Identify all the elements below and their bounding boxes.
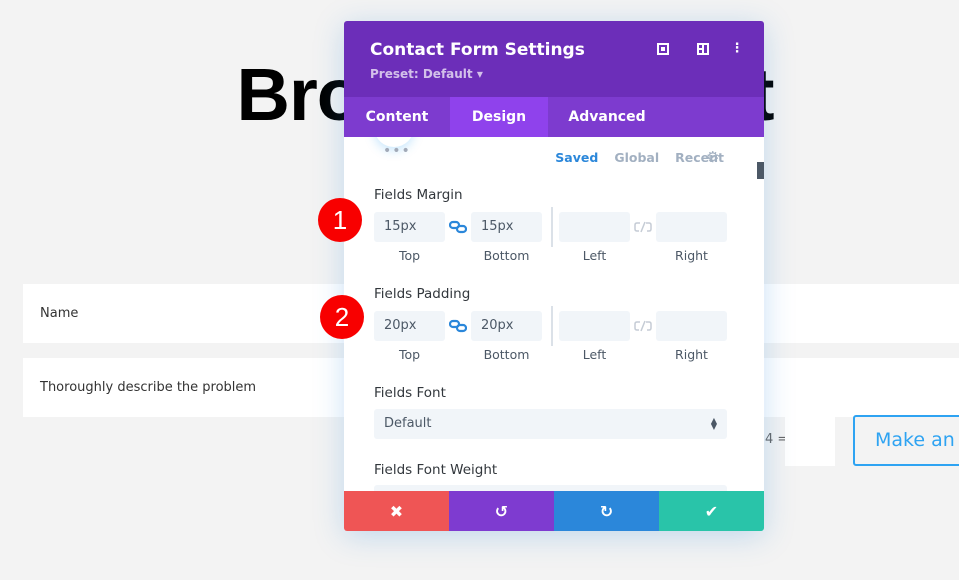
annotation-badge-2: 2 — [320, 295, 364, 339]
label-left: Left — [582, 248, 607, 263]
label-top: Top — [398, 347, 421, 362]
ellipsis-icon[interactable]: ••• — [383, 143, 411, 159]
label-left: Left — [582, 347, 607, 362]
padding-left-input[interactable] — [559, 311, 630, 341]
more-options-icon[interactable]: ⋮ — [729, 41, 745, 57]
undo-button[interactable]: ↺ — [449, 491, 554, 531]
tab-advanced[interactable]: Advanced — [548, 97, 666, 137]
fields-margin-label: Fields Margin — [374, 187, 463, 203]
fields-font-value: Default — [384, 416, 432, 431]
preset-dropdown[interactable]: Preset: Default ▾ — [370, 67, 483, 81]
margin-bottom-input[interactable] — [471, 212, 542, 242]
close-icon: ✖ — [389, 501, 404, 521]
fields-padding-sublabels: Top Bottom Left Right — [374, 347, 727, 363]
divider — [551, 306, 553, 346]
panel-title: Contact Form Settings — [370, 40, 585, 60]
panel-tabs: Content Design Advanced — [344, 97, 764, 137]
label-right: Right — [675, 248, 708, 263]
link-icon[interactable] — [449, 219, 467, 235]
label-right: Right — [675, 347, 708, 362]
margin-top-input[interactable] — [374, 212, 445, 242]
message-placeholder: Thoroughly describe the problem — [40, 380, 257, 395]
fields-font-select[interactable]: Default ▲ ▼ — [374, 409, 727, 439]
expand-icon[interactable] — [655, 41, 671, 57]
preset-tabs: Saved Global Recent — [555, 150, 724, 165]
tab-design[interactable]: Design — [450, 97, 548, 137]
gear-icon[interactable]: ⚙ — [706, 148, 719, 166]
check-icon: ✔ — [704, 501, 719, 521]
panel-header: Contact Form Settings Preset: Default ▾ … — [344, 21, 764, 97]
select-arrows-icon: ▲ ▼ — [710, 416, 717, 431]
tab-content[interactable]: Content — [344, 97, 450, 137]
panel-body: ••• Saved Global Recent ⚙ Fields Margin — [344, 137, 764, 491]
label-bottom: Bottom — [483, 248, 530, 263]
annotation-badge-1: 1 — [318, 198, 362, 242]
label-bottom: Bottom — [483, 347, 530, 362]
padding-right-input[interactable] — [656, 311, 727, 341]
unlink-icon[interactable] — [634, 220, 652, 234]
preset-tab-saved[interactable]: Saved — [555, 150, 598, 165]
margin-left-input[interactable] — [559, 212, 630, 242]
name-placeholder: Name — [40, 306, 79, 321]
undo-icon: ↺ — [494, 501, 509, 521]
fields-padding-control — [374, 306, 727, 346]
fields-padding-label: Fields Padding — [374, 286, 471, 302]
settings-panel: Contact Form Settings Preset: Default ▾ … — [344, 21, 764, 531]
save-button[interactable]: ✔ — [659, 491, 764, 531]
redo-button[interactable]: ↻ — [554, 491, 659, 531]
fields-margin-sublabels: Top Bottom Left Right — [374, 248, 727, 264]
margin-right-input[interactable] — [656, 212, 727, 242]
fields-margin-control — [374, 207, 727, 247]
link-icon[interactable] — [449, 318, 467, 334]
panel-footer: ✖ ↺ ↻ ✔ — [344, 491, 764, 531]
unlink-icon[interactable] — [634, 319, 652, 333]
fields-font-weight-label: Fields Font Weight — [374, 462, 498, 478]
label-top: Top — [398, 248, 421, 263]
fields-font-label: Fields Font — [374, 385, 446, 401]
captcha-input[interactable] — [785, 417, 835, 466]
divider — [551, 207, 553, 247]
preset-tab-global[interactable]: Global — [614, 150, 659, 165]
submit-button[interactable]: Make an — [853, 415, 959, 466]
padding-top-input[interactable] — [374, 311, 445, 341]
redo-icon: ↻ — [599, 501, 614, 521]
padding-bottom-input[interactable] — [471, 311, 542, 341]
cancel-button[interactable]: ✖ — [344, 491, 449, 531]
scrollbar-thumb[interactable] — [757, 162, 764, 179]
sidebar-layout-icon[interactable] — [695, 41, 711, 57]
